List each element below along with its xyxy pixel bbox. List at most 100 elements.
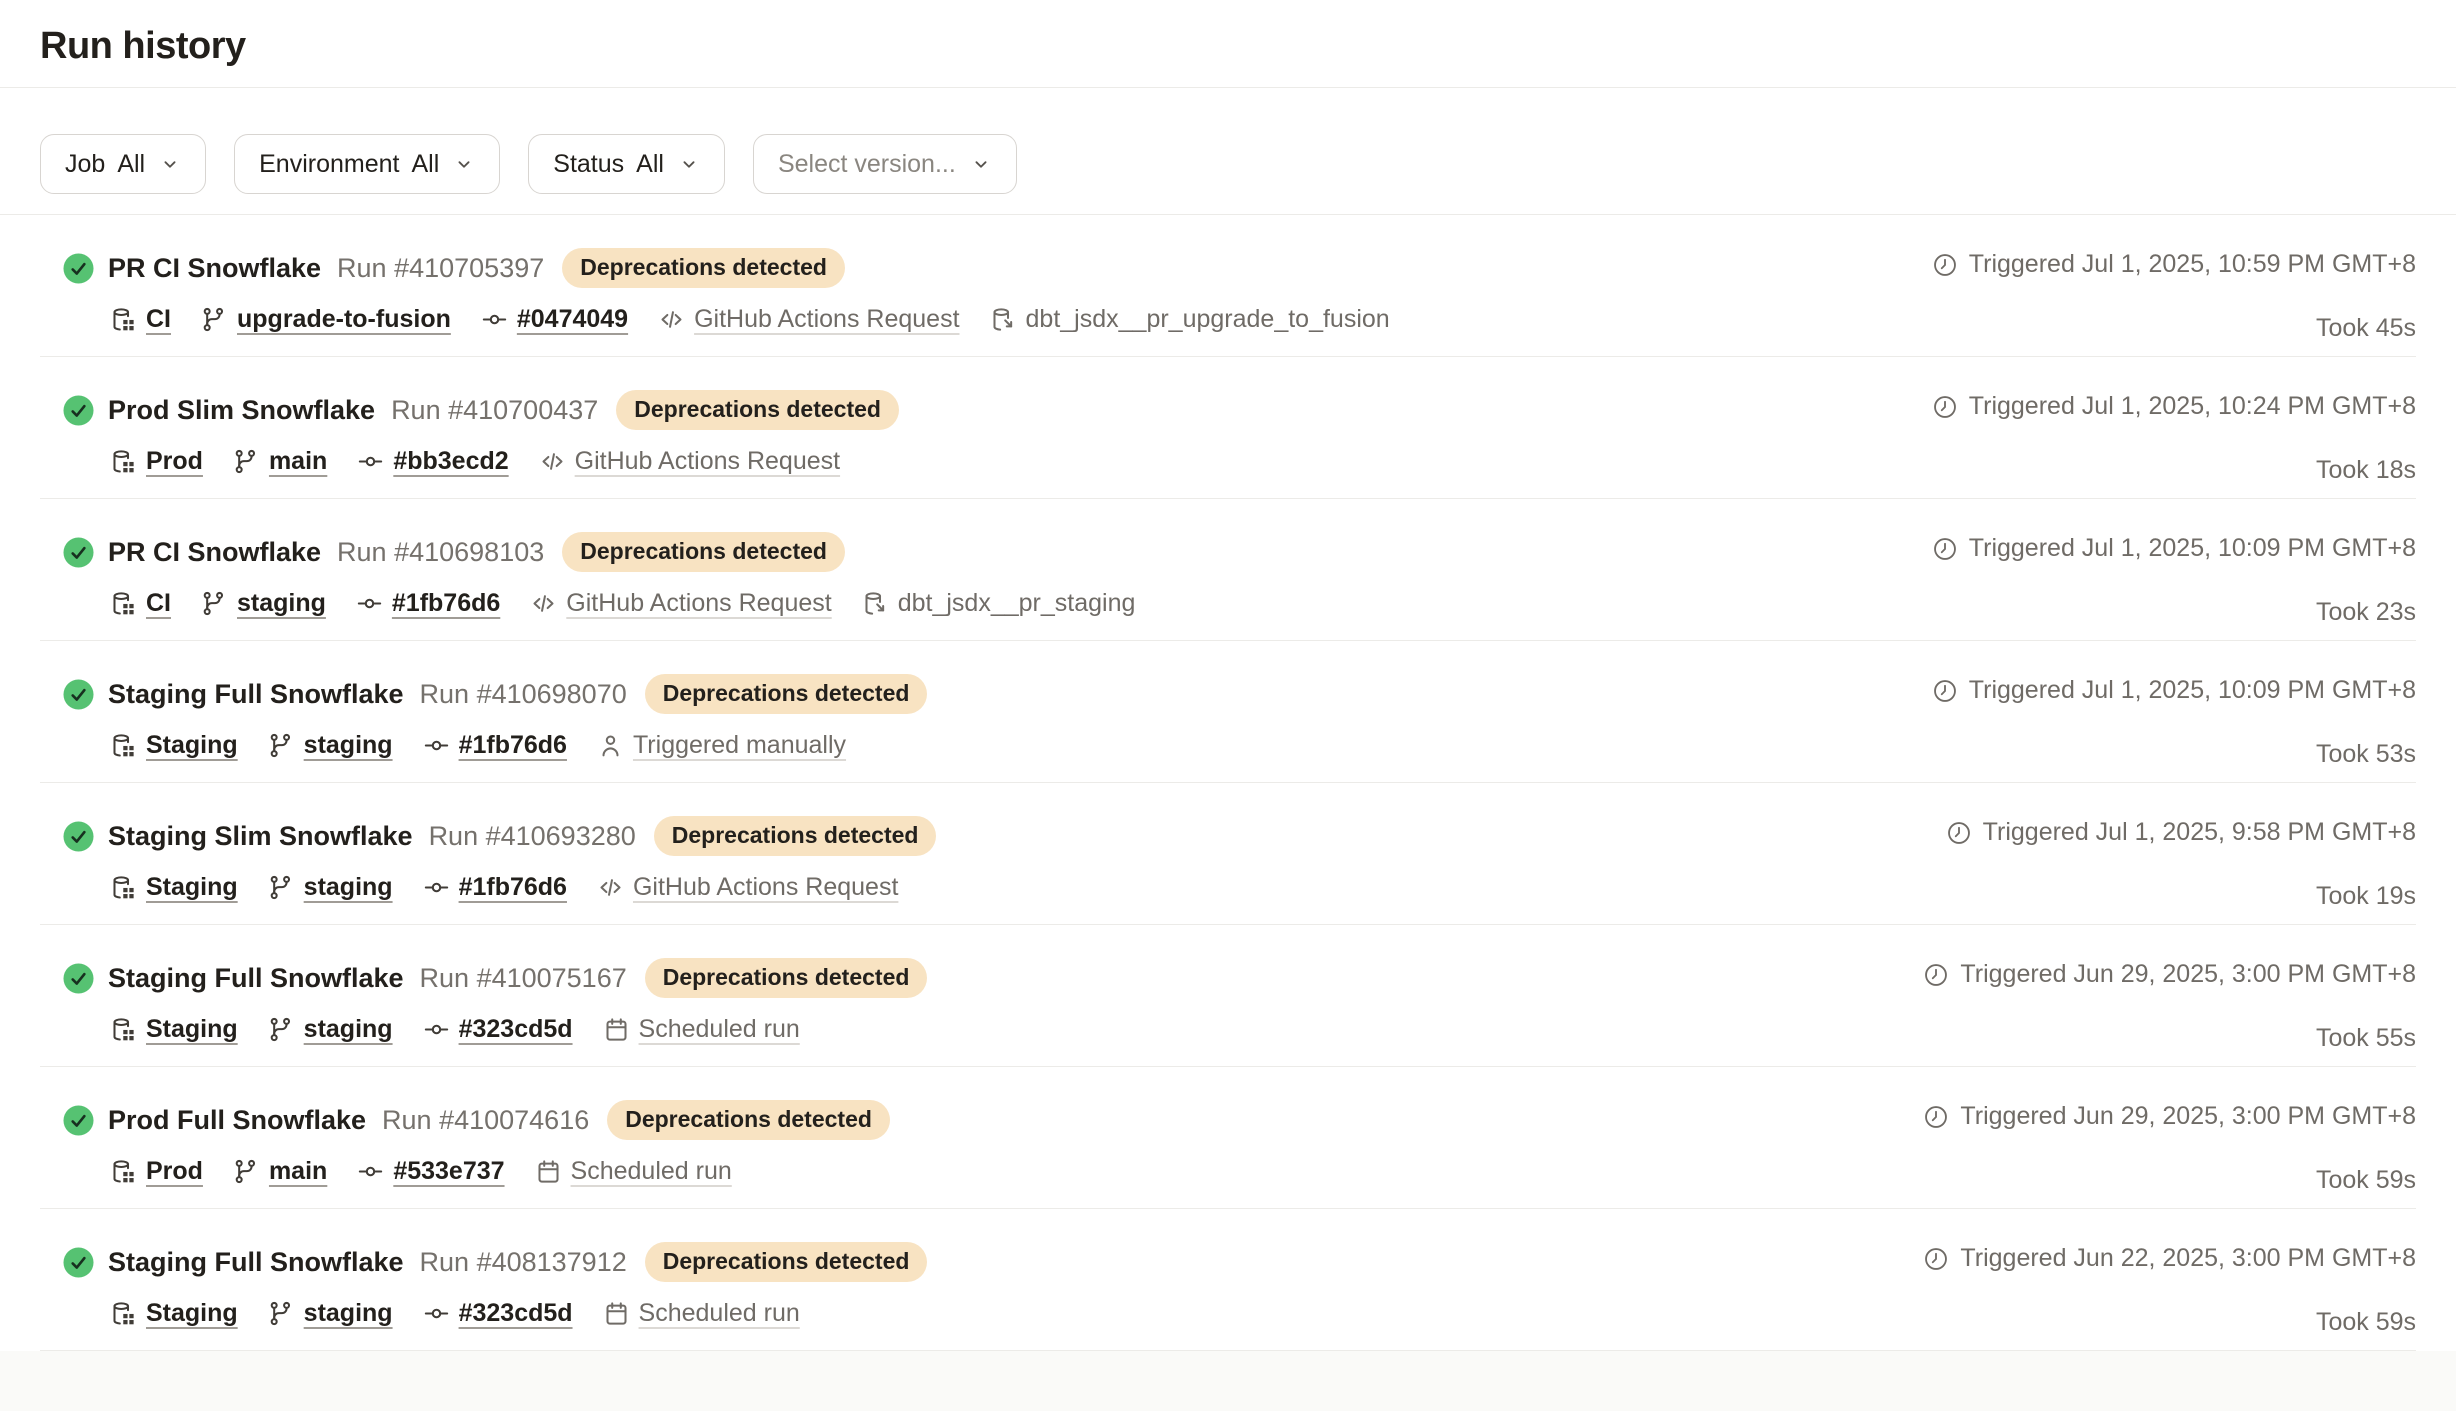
run-main: Staging Full Snowflake Run #410698070 De… [63,674,927,782]
run-duration: Took 19s [2316,882,2416,911]
trigger-info: Scheduled run [603,1015,800,1044]
clock-icon [1923,1246,1949,1272]
job-name[interactable]: Prod Full Snowflake [108,1105,366,1136]
environment-info: Staging [110,1015,238,1044]
environment-link[interactable]: Staging [146,1015,238,1044]
git-branch-icon [201,590,228,617]
triggered-time: Triggered Jul 1, 2025, 10:09 PM GMT+8 [1932,676,2416,705]
run-row: Staging Slim Snowflake Run #410693280 De… [40,783,2416,925]
environment-link[interactable]: Staging [146,731,238,760]
triggered-text: Triggered Jul 1, 2025, 10:09 PM GMT+8 [1969,676,2416,705]
job-name[interactable]: Staging Slim Snowflake [108,821,413,852]
commit-info: #1fb76d6 [356,589,500,618]
job-name[interactable]: PR CI Snowflake [108,253,321,284]
run-title-line: Staging Full Snowflake Run #408137912 De… [63,1242,927,1282]
schema-database-icon [990,306,1017,333]
filter-button-status[interactable]: Status All [528,134,725,194]
schema-info: dbt_jsdx__pr_staging [862,589,1136,618]
run-number: Run #408137912 [420,1247,627,1278]
git-branch-icon [268,874,295,901]
run-duration: Took 45s [2316,314,2416,343]
commit-link[interactable]: #0474049 [517,305,628,334]
filter-value: Select version... [778,150,956,179]
filter-button-job[interactable]: Job All [40,134,206,194]
triggered-time: Triggered Jul 1, 2025, 10:24 PM GMT+8 [1932,392,2416,421]
job-name[interactable]: Staging Full Snowflake [108,963,404,994]
next-row-peek [0,1351,2456,1411]
deprecations-badge: Deprecations detected [645,958,928,998]
branch-link[interactable]: main [269,1157,327,1186]
deprecations-badge: Deprecations detected [654,816,937,856]
commit-link[interactable]: #1fb76d6 [459,731,567,760]
environment-link[interactable]: Prod [146,447,203,476]
environment-info: Prod [110,1157,203,1186]
run-title-line: Prod Slim Snowflake Run #410700437 Depre… [63,390,899,430]
environment-info: Staging [110,873,238,902]
triggered-text: Triggered Jun 29, 2025, 3:00 PM GMT+8 [1960,1102,2416,1131]
run-main: Staging Full Snowflake Run #408137912 De… [63,1242,927,1350]
run-meta-line: Staging staging [110,1015,927,1044]
commit-info: #323cd5d [423,1299,573,1328]
filter-label: Status [553,150,624,179]
chevron-down-icon [678,153,700,175]
commit-link[interactable]: #bb3ecd2 [393,447,508,476]
run-meta-line: CI upgrade-to-fusion [110,305,1390,334]
environment-info: Staging [110,731,238,760]
environment-link[interactable]: Staging [146,873,238,902]
clock-icon [1932,394,1958,420]
commit-link[interactable]: #533e737 [393,1157,504,1186]
schema-name: dbt_jsdx__pr_upgrade_to_fusion [1026,305,1390,334]
branch-link[interactable]: staging [304,731,393,760]
commit-info: #0474049 [481,305,628,334]
commit-link[interactable]: #323cd5d [459,1015,573,1044]
deprecations-badge: Deprecations detected [607,1100,890,1140]
triggered-time: Triggered Jul 1, 2025, 10:59 PM GMT+8 [1932,250,2416,279]
filter-value: All [636,150,664,179]
branch-link[interactable]: main [269,447,327,476]
run-side: Triggered Jul 1, 2025, 10:59 PM GMT+8 To… [1932,248,2416,356]
run-side: Triggered Jul 1, 2025, 10:09 PM GMT+8 To… [1932,674,2416,782]
branch-info: staging [268,873,393,902]
environment-link[interactable]: Prod [146,1157,203,1186]
branch-link[interactable]: staging [304,873,393,902]
triggered-time: Triggered Jul 1, 2025, 10:09 PM GMT+8 [1932,534,2416,563]
run-side: Triggered Jun 22, 2025, 3:00 PM GMT+8 To… [1923,1242,2416,1350]
run-title-line: Staging Slim Snowflake Run #410693280 De… [63,816,936,856]
run-success-check-icon [63,821,94,852]
clock-icon [1946,820,1972,846]
branch-link[interactable]: staging [304,1015,393,1044]
run-main: Staging Slim Snowflake Run #410693280 De… [63,816,936,924]
environment-database-icon [110,1016,137,1043]
environment-link[interactable]: CI [146,589,171,618]
trigger-label: Scheduled run [571,1157,732,1186]
job-name[interactable]: Prod Slim Snowflake [108,395,375,426]
commit-info: #bb3ecd2 [357,447,508,476]
deprecations-badge: Deprecations detected [562,532,845,572]
commit-link[interactable]: #1fb76d6 [392,589,500,618]
trigger-info: Scheduled run [535,1157,732,1186]
branch-link[interactable]: staging [237,589,326,618]
run-success-check-icon [63,395,94,426]
branch-link[interactable]: upgrade-to-fusion [237,305,451,334]
commit-link[interactable]: #1fb76d6 [459,873,567,902]
code-icon [530,590,557,617]
environment-link[interactable]: CI [146,305,171,334]
run-duration: Took 53s [2316,740,2416,769]
branch-link[interactable]: staging [304,1299,393,1328]
code-icon [658,306,685,333]
job-name[interactable]: Staging Full Snowflake [108,679,404,710]
clock-icon [1923,962,1949,988]
job-name[interactable]: PR CI Snowflake [108,537,321,568]
run-meta-line: Staging staging [110,731,927,760]
filter-button-environment[interactable]: Environment All [234,134,500,194]
filter-button-version[interactable]: Select version... [753,134,1017,194]
environment-link[interactable]: Staging [146,1299,238,1328]
job-name[interactable]: Staging Full Snowflake [108,1247,404,1278]
commit-info: #1fb76d6 [423,731,567,760]
run-success-check-icon [63,253,94,284]
run-duration: Took 59s [2316,1166,2416,1195]
run-meta-line: Prod main [110,1157,890,1186]
commit-link[interactable]: #323cd5d [459,1299,573,1328]
triggered-text: Triggered Jul 1, 2025, 10:24 PM GMT+8 [1969,392,2416,421]
run-row: PR CI Snowflake Run #410705397 Deprecati… [40,215,2416,357]
